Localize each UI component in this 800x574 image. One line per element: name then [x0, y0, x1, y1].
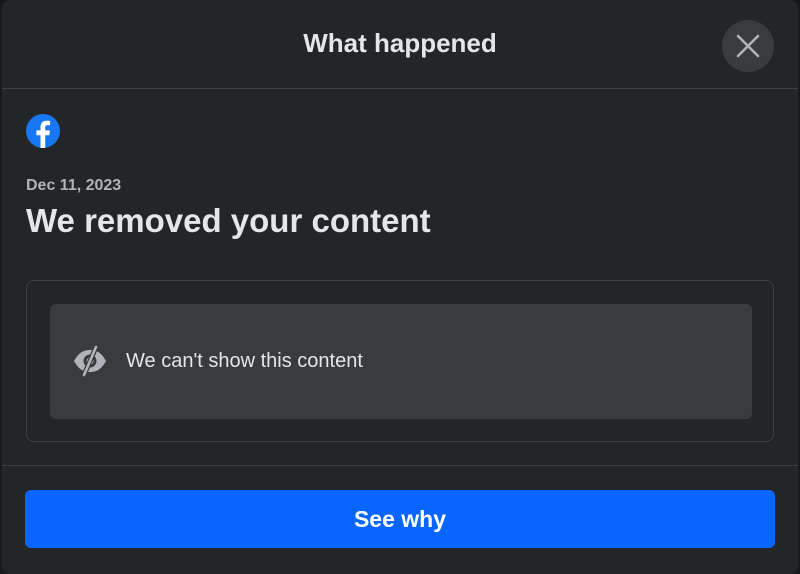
hidden-content-message: We can't show this content	[126, 350, 363, 372]
dialog-title: What happened	[303, 28, 497, 58]
dialog-header: What happened	[2, 0, 798, 89]
see-why-button[interactable]: See why	[25, 490, 775, 548]
close-button[interactable]	[722, 20, 774, 72]
footer-divider	[2, 465, 798, 466]
facebook-logo-icon	[26, 114, 60, 148]
notice-date: Dec 11, 2023	[26, 177, 122, 194]
close-icon	[736, 34, 760, 58]
what-happened-dialog: What happened Dec 11, 2023 We removed yo…	[2, 0, 798, 574]
hidden-content-placeholder: We can't show this content	[50, 304, 752, 419]
eye-slash-icon	[74, 344, 106, 378]
removed-content-card: We can't show this content	[26, 280, 774, 442]
notice-headline: We removed your content	[26, 202, 431, 239]
